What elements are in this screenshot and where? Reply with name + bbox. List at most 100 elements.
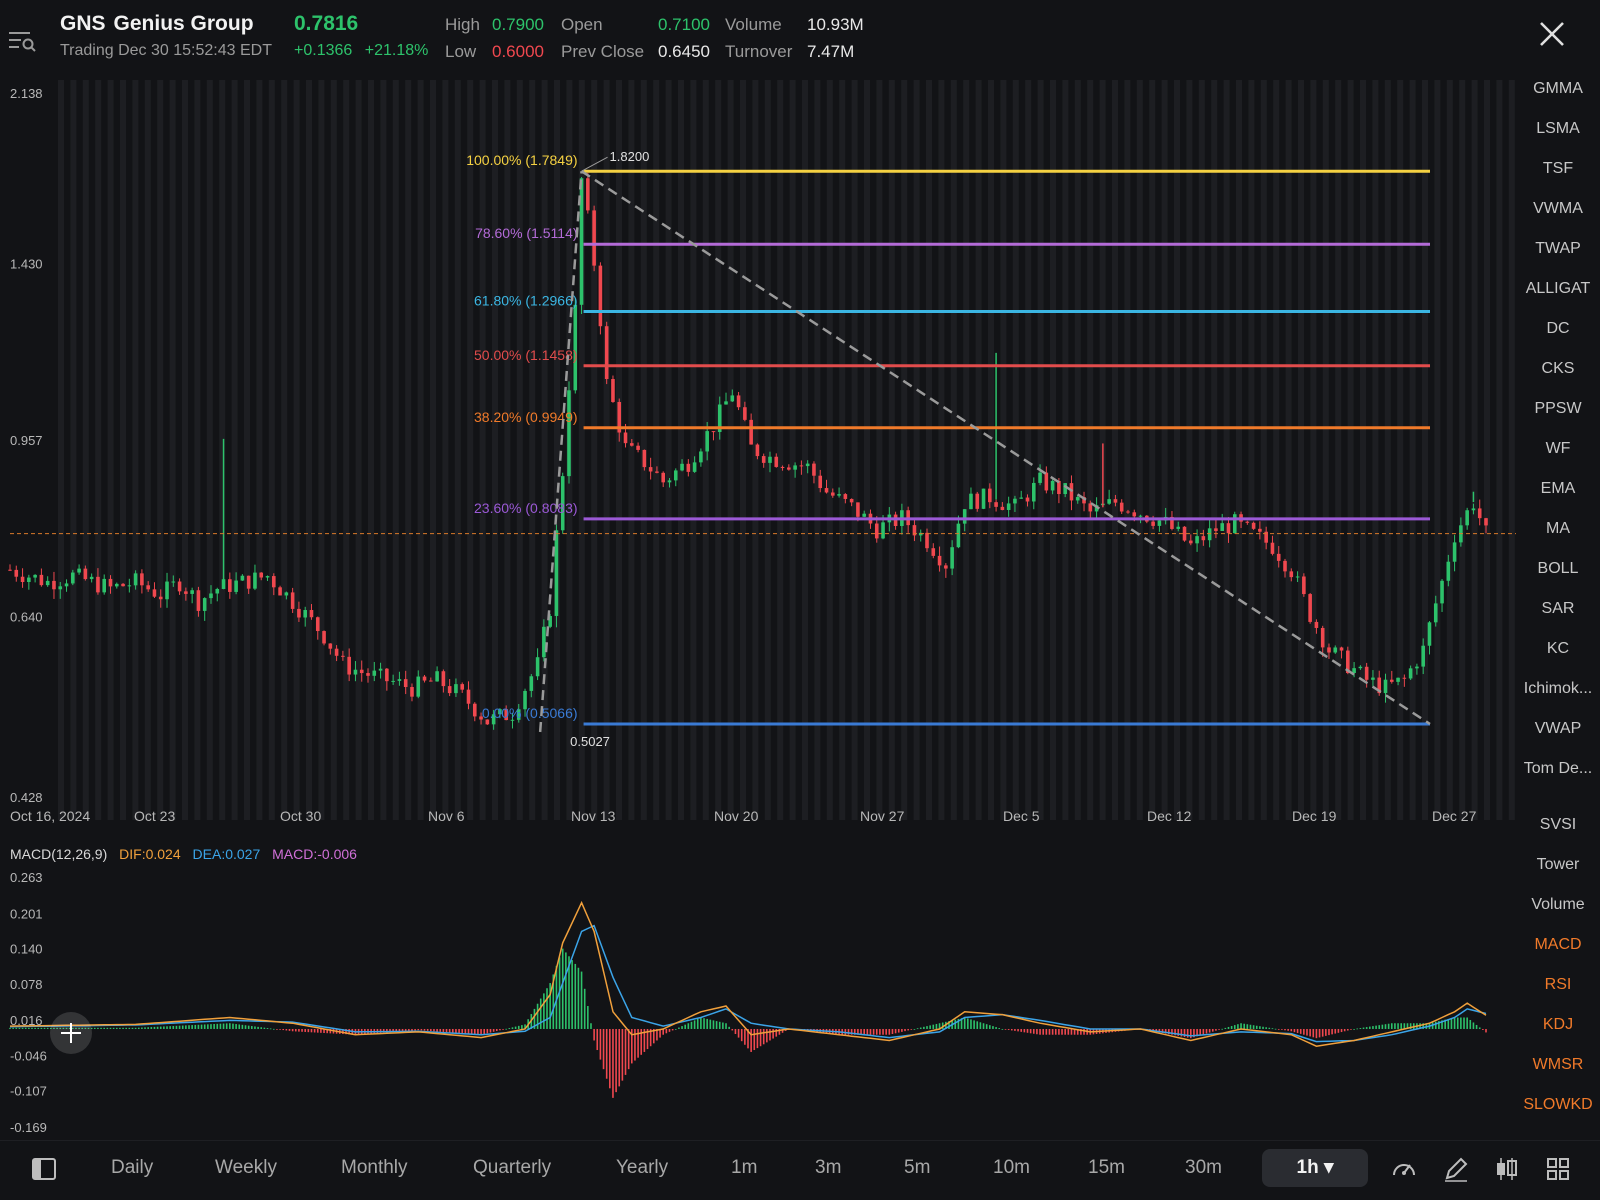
macd-histogram-bar [1306,1028,1308,1036]
x-axis-tick-label: Nov 20 [714,808,759,824]
open-label: Open [561,15,603,34]
timeframe-5m[interactable]: 5m [904,1157,930,1179]
timeframe-monthly[interactable]: Monthly [341,1157,408,1179]
price-change: +0.1366 +21.18% [294,42,428,60]
indicator-boll[interactable]: BOLL [1516,560,1600,578]
macd-histogram-bar [417,1028,420,1031]
menu-search-icon[interactable] [8,28,36,54]
candle-body [1371,677,1375,680]
indicator-ema[interactable]: EMA [1516,480,1600,498]
layout-toggle-icon[interactable] [30,1155,58,1183]
macd-histogram-bar [181,1025,184,1029]
timeframe-3m[interactable]: 3m [815,1157,841,1179]
indicator-gmma[interactable]: GMMA [1516,80,1600,98]
timeframe-weekly[interactable]: Weekly [215,1157,277,1179]
session-stripe [1149,80,1156,820]
timeframe-15m[interactable]: 15m [1088,1157,1125,1179]
candle-body [1308,594,1312,622]
macd-histogram-bar [1277,1028,1280,1030]
macd-dea-value: DEA:0.027 [192,846,261,862]
session-stripe [107,80,114,820]
macd-histogram-bar [847,1028,850,1035]
indicator-panel: GMMA LSMA TSF VWMA TWAP ALLIGAT DC CKS PPSW WF EMA… [1516,76,1600,1136]
indicator-kc[interactable]: KC [1516,640,1600,658]
candle-style-icon[interactable] [1492,1155,1520,1183]
close-icon[interactable] [1536,18,1568,50]
timeframe-1h-dropdown[interactable]: 1h ▾ [1262,1149,1368,1187]
pencil-icon[interactable] [1442,1155,1470,1183]
macd-chart[interactable]: 0.263 0.201 0.140 0.078 0.016 -0.046 -0.107 -0.… [0,868,1516,1136]
indicator-slowkd[interactable]: SLOWKD [1516,1096,1600,1114]
indicator-cks[interactable]: CKS [1516,360,1600,378]
session-stripe [120,80,126,820]
timeframe-30m[interactable]: 30m [1185,1157,1222,1179]
price-chart[interactable]: 100.00% (1.7849) 78.60% (1.5114) 61.80% (1… [0,80,1516,828]
macd-histogram-bar [602,1028,605,1070]
timeframe-quarterly[interactable]: Quarterly [473,1157,551,1179]
indicator-dc[interactable]: DC [1516,320,1600,338]
macd-histogram-bar [9,1027,11,1029]
macd-histogram-bar [1211,1028,1214,1032]
y-axis-tick-label: 2.138 [10,86,43,101]
candle-body [1339,647,1344,651]
macd-histogram-bar [1029,1028,1032,1034]
session-stripe [182,80,188,820]
indicator-wmsr[interactable]: WMSR [1516,1056,1600,1074]
indicator-wf[interactable]: WF [1516,440,1600,458]
candle-body [234,580,238,592]
candle-body [1440,580,1444,604]
indicator-lsma[interactable]: LSMA [1516,120,1600,138]
macd-histogram-bar [483,1028,486,1034]
timeframe-10m[interactable]: 10m [993,1157,1030,1179]
indicator-macd[interactable]: MACD [1516,936,1600,954]
timeframe-1m[interactable]: 1m [731,1157,757,1179]
candle-body [849,498,854,503]
candle-body [749,419,753,445]
session-stripe [802,80,808,820]
trading-status: Trading Dec 30 15:52:43 EDT [60,42,272,59]
macd-histogram-bar [894,1028,897,1034]
y-axis-tick-label: 0.957 [10,433,43,448]
indicator-tsf[interactable]: TSF [1516,160,1600,178]
candle-body [27,577,31,583]
indicator-kdj[interactable]: KDJ [1516,1016,1600,1034]
session-stripe [281,80,288,820]
macd-histogram-bar [935,1023,938,1029]
macd-histogram-bar [166,1026,168,1029]
candle-body [1320,627,1325,648]
session-stripe [1335,80,1342,820]
indicator-ichimok[interactable]: Ichimok... [1516,680,1600,698]
indicator-volume[interactable]: Volume [1516,896,1600,914]
indicator-tom-de[interactable]: Tom De... [1516,760,1600,778]
indicator-twap[interactable]: TWAP [1516,240,1600,258]
candle-body [1276,553,1281,561]
indicator-ma[interactable]: MA [1516,520,1600,538]
timeframe-daily[interactable]: Daily [111,1157,153,1179]
candle-body [403,679,408,688]
macd-histogram-bar [241,1024,244,1029]
speedometer-icon[interactable] [1390,1155,1418,1183]
session-stripe [293,80,300,820]
timeframe-yearly[interactable]: Yearly [616,1157,668,1179]
macd-histogram-bar [156,1026,159,1029]
candle-body [962,509,967,524]
grid-icon[interactable] [1544,1155,1572,1183]
macd-histogram-bar [1190,1028,1192,1039]
macd-histogram-bar [191,1025,193,1029]
indicator-alligat[interactable]: ALLIGAT [1516,280,1600,298]
indicator-rsi[interactable]: RSI [1516,976,1600,994]
volume-label: Volume [725,15,782,34]
indicator-ppsw[interactable]: PPSW [1516,400,1600,418]
indicator-tower[interactable]: Tower [1516,856,1600,874]
macd-histogram-bar [1252,1025,1255,1029]
indicator-sar[interactable]: SAR [1516,600,1600,618]
indicator-svsi[interactable]: SVSI [1516,816,1600,834]
indicator-vwma[interactable]: VWMA [1516,200,1600,218]
macd-histogram-bar [1083,1028,1085,1035]
macd-histogram-bar [1271,1028,1274,1030]
macd-histogram-bar [499,1028,501,1031]
crosshair-button[interactable] [50,1012,92,1054]
indicator-vwap[interactable]: VWAP [1516,720,1600,738]
macd-histogram-bar [112,1027,115,1029]
macd-histogram-bar [885,1028,887,1035]
